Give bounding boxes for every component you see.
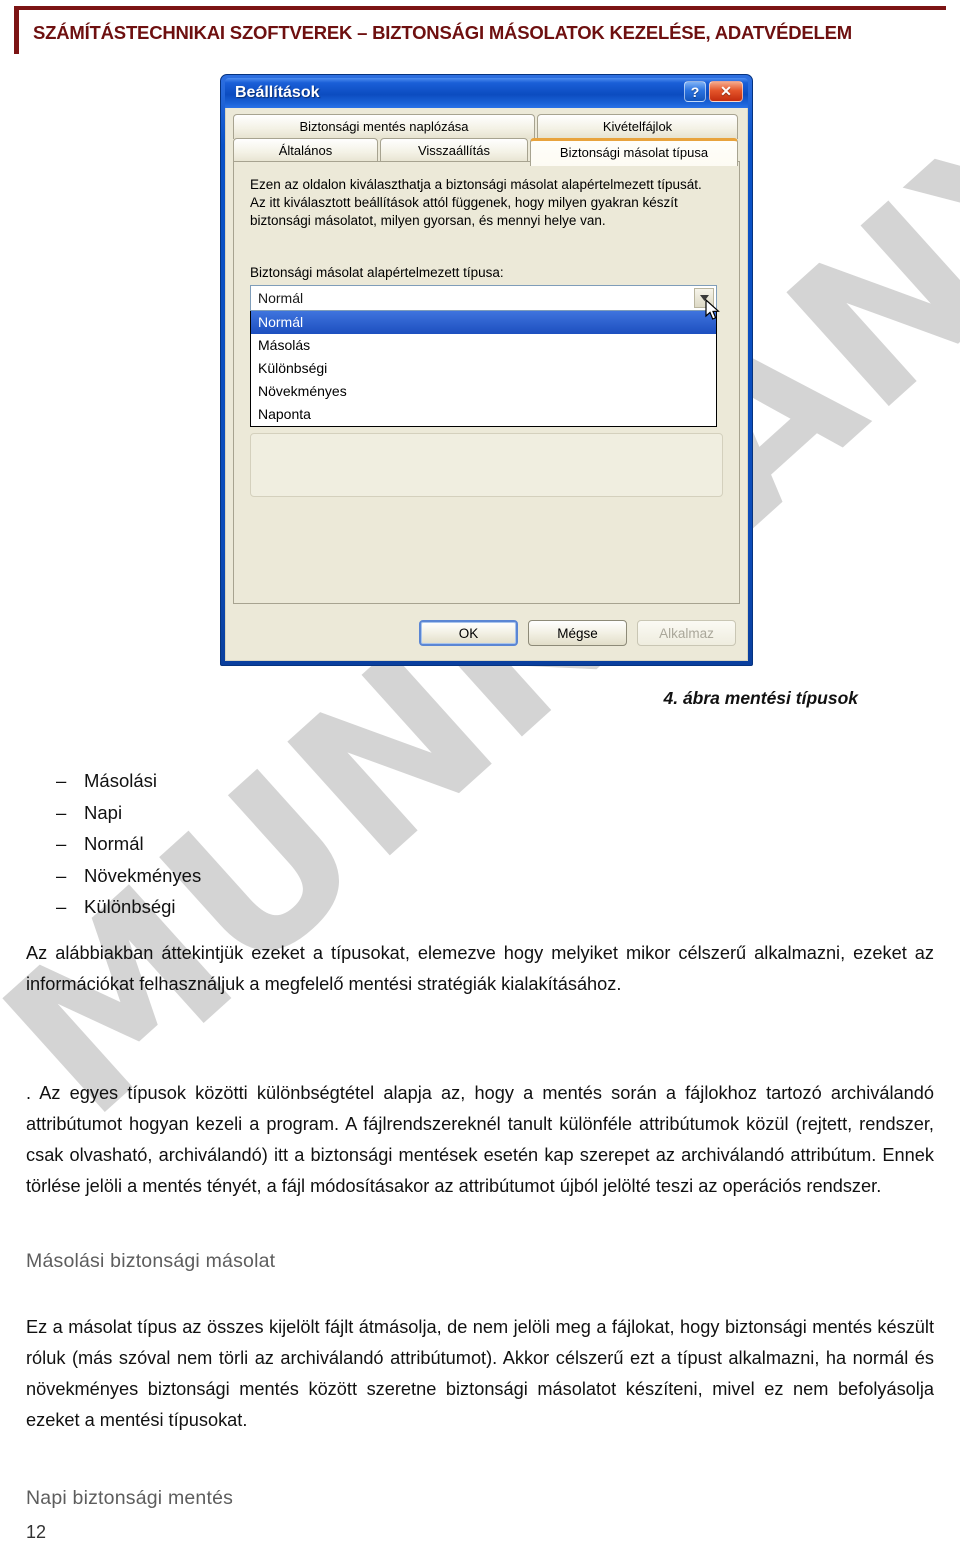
list-bullet: – (56, 801, 67, 823)
page-number: 12 (26, 1522, 47, 1542)
backup-type-list: – Másolási – Napi – Normál – Növekményes… (0, 765, 560, 923)
combo-selected-value-field[interactable]: Normál (250, 285, 717, 312)
tab-panel-backup-type: Ezen az oldalon kiválaszthatja a biztons… (233, 161, 740, 604)
list-bullet: – (56, 896, 67, 917)
list-bullet: – (56, 770, 67, 791)
figure-screenshot: Beállítások ? ✕ Biztonsági mentés naplóz… (220, 74, 753, 666)
cancel-button[interactable]: Mégse (528, 620, 627, 646)
help-icon[interactable]: ? (684, 81, 706, 102)
tab-exception-files[interactable]: Kivételfájlok (537, 114, 738, 139)
close-icon[interactable]: ✕ (709, 81, 743, 102)
list-item-label: Növekményes (84, 864, 202, 886)
list-item-label: Különbségi (84, 896, 176, 917)
tab-row-top: Biztonsági mentés naplózása Kivételfájlo… (233, 114, 740, 139)
list-bullet: – (56, 864, 67, 886)
dialog-body: Biztonsági mentés naplózása Kivételfájlo… (225, 108, 748, 661)
tab-restore[interactable]: Visszaállítás (380, 138, 528, 163)
list-item: – Napi (0, 797, 560, 829)
running-header-title: SZÁMÍTÁSTECHNIKAI SZOFTVEREK – BIZTONSÁG… (33, 22, 852, 43)
list-bullet: – (56, 833, 67, 854)
running-header: SZÁMÍTÁSTECHNIKAI SZOFTVEREK – BIZTONSÁG… (14, 6, 946, 54)
combo-selected-value: Normál (258, 290, 304, 307)
list-item: – Normál (0, 828, 560, 860)
dialog-button-row: OK Mégse Alkalmaz (233, 613, 740, 653)
paragraph-attributes: . Az egyes típusok közötti különbségtéte… (26, 1083, 934, 1196)
paragraph-intro: Az alábbiakban áttekintjük ezeket a típu… (26, 943, 934, 994)
section-heading-daily-backup: Napi biztonsági mentés (26, 1487, 234, 1509)
list-item: – Másolási (0, 765, 560, 797)
list-item: – Különbségi (0, 891, 560, 923)
figure-caption: 4. ábra mentési típusok (663, 688, 858, 708)
list-item-label: Másolási (84, 770, 157, 791)
ok-button[interactable]: OK (419, 620, 518, 646)
tab-backup-type[interactable]: Biztonsági másolat típusa (530, 138, 738, 166)
list-item: – Növekményes (0, 860, 560, 892)
tab-general[interactable]: Általános (233, 138, 378, 163)
settings-dialog: Beállítások ? ✕ Biztonsági mentés naplóz… (220, 74, 753, 666)
list-item-label: Napi (84, 801, 123, 823)
dialog-title: Beállítások (235, 84, 320, 101)
panel-description: Ezen az oldalon kiválaszthatja a biztons… (250, 177, 702, 228)
paragraph-copy-backup: Ez a másolat típus az összes kijelölt fá… (26, 1317, 934, 1430)
combo-option-daily[interactable]: Naponta (251, 403, 716, 426)
section-heading-copy-backup: Másolási biztonsági másolat (26, 1250, 276, 1272)
options-group-box (250, 433, 723, 498)
tab-backup-log[interactable]: Biztonsági mentés naplózása (233, 114, 535, 139)
combo-dropdown-list[interactable]: Normál Másolás Különbségi Növekményes Na… (250, 311, 717, 428)
dialog-titlebar[interactable]: Beállítások ? ✕ (225, 78, 748, 108)
combo-option-copy[interactable]: Másolás (251, 334, 716, 357)
window-controls: ? ✕ (684, 81, 743, 102)
backup-type-combobox[interactable]: Normál Normál Másolás Különbségi Növekmé… (250, 285, 720, 428)
combo-option-incremental[interactable]: Növekményes (251, 380, 716, 403)
apply-button: Alkalmaz (637, 620, 736, 646)
tab-strip: Biztonsági mentés naplózása Kivételfájlo… (233, 114, 740, 166)
combo-label: Biztonsági másolat alapértelmezett típus… (250, 265, 504, 281)
mouse-cursor-icon (705, 299, 721, 326)
combo-option-normal[interactable]: Normál (251, 311, 716, 335)
list-item-label: Normál (84, 833, 144, 854)
combo-option-differential[interactable]: Különbségi (251, 357, 716, 380)
